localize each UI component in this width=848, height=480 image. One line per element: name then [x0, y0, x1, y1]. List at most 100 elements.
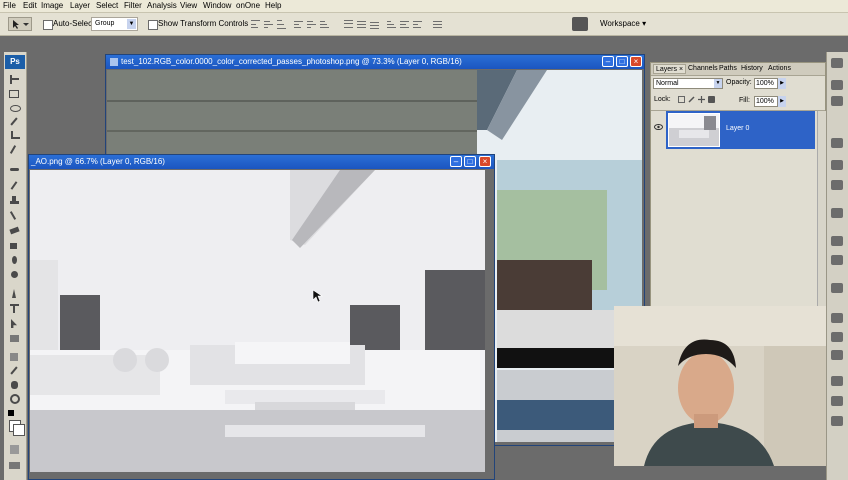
close-button[interactable]: × [479, 156, 491, 167]
layer-comps-icon[interactable] [831, 283, 843, 293]
opacity-input[interactable]: 100% [754, 78, 778, 89]
navigator-icon[interactable] [831, 58, 843, 68]
photoshop-logo: Ps [5, 55, 25, 69]
align-vcenter-icon[interactable] [263, 19, 274, 29]
layers-scrollbar[interactable] [817, 111, 826, 307]
quick-mask-icon[interactable] [8, 445, 21, 454]
tab-layers[interactable]: Layers × [653, 64, 686, 74]
hand-tool-icon[interactable] [8, 380, 21, 389]
menu-image[interactable]: Image [41, 1, 63, 10]
distribute-right-icon[interactable] [412, 19, 423, 29]
screen-mode-icon[interactable] [8, 461, 21, 470]
show-transform-controls-checkbox[interactable] [148, 20, 158, 30]
histogram-icon[interactable] [831, 80, 843, 90]
maximize-button[interactable]: □ [464, 156, 476, 167]
align-bottom-icon[interactable] [276, 19, 287, 29]
move-tool-preset-button[interactable] [8, 17, 32, 31]
blur-tool-icon[interactable] [8, 256, 21, 265]
color-panel-icon[interactable] [831, 138, 843, 148]
clone-source-icon[interactable] [831, 350, 843, 360]
tab-paths[interactable]: Paths [719, 65, 737, 72]
menu-select[interactable]: Select [96, 1, 118, 10]
menu-edit[interactable]: Edit [23, 1, 37, 10]
character-icon[interactable] [831, 236, 843, 246]
fill-slider-arrow-icon[interactable]: ▶ [778, 96, 786, 107]
tab-history[interactable]: History [741, 65, 763, 72]
document-canvas-ao-render[interactable] [30, 170, 485, 472]
paragraph-icon[interactable] [831, 255, 843, 265]
align-hcenter-icon[interactable] [306, 19, 317, 29]
history-brush-tool-icon[interactable] [8, 211, 21, 220]
healing-brush-tool-icon[interactable] [8, 165, 21, 174]
layer-visibility-eye-icon[interactable] [654, 123, 663, 130]
distribute-top-icon[interactable] [343, 19, 354, 29]
menu-window[interactable]: Window [203, 1, 231, 10]
zoom-tool-icon[interactable] [8, 394, 21, 404]
info-icon[interactable] [831, 96, 843, 106]
eyedropper-tool-icon[interactable] [8, 366, 21, 375]
align-top-icon[interactable] [250, 19, 261, 29]
distribute-bottom-icon[interactable] [369, 19, 380, 29]
tab-actions[interactable]: Actions [768, 65, 791, 72]
eraser-tool-icon[interactable] [8, 226, 21, 235]
lock-image-icon[interactable] [688, 96, 695, 103]
move-tool-icon[interactable] [8, 75, 21, 84]
minimize-button[interactable]: – [450, 156, 462, 167]
lasso-tool-icon[interactable] [8, 103, 21, 112]
maximize-button[interactable]: □ [616, 56, 628, 67]
actions-icon[interactable] [831, 313, 843, 323]
swatches-icon[interactable] [831, 160, 843, 170]
notes-tool-icon[interactable] [8, 352, 21, 361]
slice-tool-icon[interactable] [8, 145, 21, 154]
shape-tool-icon[interactable] [8, 334, 21, 343]
menu-onone[interactable]: onOne [236, 1, 260, 10]
layer-row-selected[interactable]: Layer 0 [666, 111, 815, 149]
blend-mode-dropdown[interactable]: Normal ▼ [653, 78, 723, 89]
close-button[interactable]: × [630, 56, 642, 67]
minimize-button[interactable]: – [602, 56, 614, 67]
distribute-left-icon[interactable] [386, 19, 397, 29]
lock-transparent-icon[interactable] [678, 96, 685, 103]
fill-input[interactable]: 100% [754, 96, 778, 107]
lock-all-icon[interactable] [708, 96, 715, 103]
menu-file[interactable]: File [3, 1, 16, 10]
auto-select-dropdown[interactable]: Group ▼ [91, 17, 138, 31]
align-right-icon[interactable] [319, 19, 330, 29]
brush-tool-icon[interactable] [8, 181, 21, 190]
distribute-hcenter-icon[interactable] [399, 19, 410, 29]
background-color-swatch[interactable] [13, 424, 25, 436]
auto-align-layers-icon[interactable] [432, 19, 443, 29]
menu-layer[interactable]: Layer [70, 1, 90, 10]
brushes-icon[interactable] [831, 208, 843, 218]
notes-panel-icon[interactable] [831, 416, 843, 426]
magic-wand-tool-icon[interactable] [8, 117, 21, 126]
menu-analysis[interactable]: Analysis [147, 1, 177, 10]
type-tool-icon[interactable] [8, 304, 21, 313]
paint-bucket-tool-icon[interactable] [8, 241, 21, 250]
clone-stamp-tool-icon[interactable] [8, 196, 21, 205]
animation-icon[interactable] [831, 396, 843, 406]
fill-label: Fill: [739, 97, 750, 104]
tool-presets-icon[interactable] [831, 332, 843, 342]
align-left-icon[interactable] [293, 19, 304, 29]
styles-icon[interactable] [831, 180, 843, 190]
crop-tool-icon[interactable] [8, 131, 21, 140]
marquee-tool-icon[interactable] [8, 89, 21, 98]
menu-help[interactable]: Help [265, 1, 281, 10]
pen-tool-icon[interactable] [8, 289, 21, 298]
workspace-menu[interactable]: Workspace ▾ [600, 19, 646, 28]
distribute-vcenter-icon[interactable] [356, 19, 367, 29]
workspace-switch-icon[interactable] [572, 17, 588, 31]
menu-filter[interactable]: Filter [124, 1, 142, 10]
default-colors-icon[interactable] [8, 410, 14, 416]
auto-select-checkbox[interactable] [43, 20, 53, 30]
measurement-log-icon[interactable] [831, 376, 843, 386]
menu-view[interactable]: View [180, 1, 197, 10]
path-selection-tool-icon[interactable] [8, 319, 21, 328]
opacity-slider-arrow-icon[interactable]: ▶ [778, 78, 786, 89]
lock-position-icon[interactable] [698, 96, 705, 103]
dodge-tool-icon[interactable] [8, 270, 21, 279]
document-title-bar-front[interactable]: _AO.png @ 66.7% (Layer 0, RGB/16) – □ × [29, 155, 494, 169]
document-title-bar-back[interactable]: test_102.RGB_color.0000_color_corrected_… [106, 55, 644, 69]
tab-channels[interactable]: Channels [688, 65, 718, 72]
